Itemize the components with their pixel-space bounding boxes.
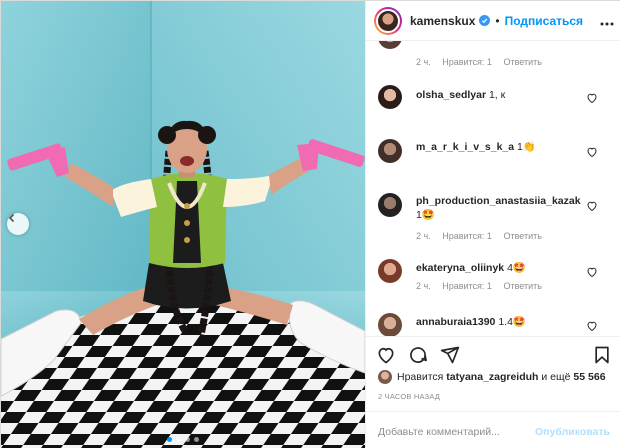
header-separator: •	[495, 13, 500, 28]
share-icon[interactable]	[440, 345, 460, 365]
post-dialog: kamenskux • Подписаться 2 ч. Нравится: 1…	[0, 0, 620, 448]
comment-time: 2 ч.	[416, 57, 431, 67]
comment-username[interactable]: ekateryna_oliinyk	[416, 262, 504, 274]
follow-button[interactable]: Подписаться	[505, 14, 583, 28]
comment-meta: 2 ч. Нравится: 1 Ответить	[416, 281, 551, 291]
carousel-dot	[176, 437, 181, 442]
comment-text: ekateryna_oliinyk 4🤩	[416, 261, 596, 275]
comment-avatar[interactable]	[378, 259, 402, 283]
heart-icon[interactable]	[586, 265, 598, 278]
comment-body: 1👏	[517, 141, 536, 153]
post-header: kamenskux • Подписаться	[366, 1, 620, 41]
carousel-indicator	[1, 437, 365, 442]
post-actions	[366, 336, 620, 372]
comment-avatar[interactable]	[378, 41, 402, 49]
bookmark-icon[interactable]	[592, 345, 612, 365]
comment-meta: 2 ч. Нравится: 1 Ответить	[416, 231, 551, 241]
comment-text: olsha_sedlyar 1, к	[416, 88, 596, 102]
comment-like-count[interactable]: Нравится: 1	[442, 57, 492, 67]
comments-list: 2 ч. Нравится: 1 Ответить olsha_sedlyar …	[366, 41, 620, 336]
comment-like-count[interactable]: Нравится: 1	[442, 231, 492, 241]
post-sidebar: kamenskux • Подписаться 2 ч. Нравится: 1…	[365, 1, 620, 448]
comment-body: 1.4🤩	[498, 316, 526, 328]
comment-reply-button[interactable]: Ответить	[503, 57, 541, 67]
comment-username[interactable]: m_a_r_k_i_v_s_k_a	[416, 141, 514, 153]
comment-reply-button[interactable]: Ответить	[503, 281, 541, 291]
heart-icon[interactable]	[586, 199, 598, 212]
more-options-icon[interactable]	[600, 13, 614, 31]
carousel-dot	[185, 437, 190, 442]
likes-count[interactable]: 55 566	[573, 371, 605, 383]
comment-time: 2 ч.	[416, 281, 431, 291]
heart-icon[interactable]	[586, 145, 598, 158]
author-avatar[interactable]	[374, 6, 402, 35]
comment-reply-button[interactable]: Ответить	[503, 231, 541, 241]
likes-prefix: Нравится	[397, 371, 444, 383]
add-comment-bar: Добавьте комментарий... Опубликовать	[366, 411, 620, 448]
comment-text: m_a_r_k_i_v_s_k_a 1👏	[416, 140, 596, 154]
comment-username[interactable]: ph_production_anastasiia_kazak	[416, 195, 581, 207]
carousel-dot	[194, 437, 199, 442]
publish-button[interactable]: Опубликовать	[535, 426, 610, 438]
liker-avatar[interactable]	[378, 370, 392, 384]
comment-text: ph_production_anastasiia_kazak 1🤩	[416, 194, 596, 222]
comment-avatar[interactable]	[378, 193, 402, 217]
likes-summary: Нравится tatyana_zagreiduh и ещё 55 566	[378, 370, 606, 384]
author-username[interactable]: kamenskux	[410, 14, 475, 28]
photo-illustration	[1, 1, 365, 448]
comment-body: 1🤩	[416, 209, 435, 221]
likes-conjunction: и ещё	[541, 371, 571, 383]
comment-input[interactable]: Добавьте комментарий...	[378, 426, 500, 438]
post-time[interactable]: 2 ЧАСОВ НАЗАД	[378, 392, 440, 401]
liker-username[interactable]: tatyana_zagreiduh	[446, 371, 538, 383]
heart-icon[interactable]	[586, 319, 598, 332]
comment-username[interactable]: annaburaia1390	[416, 316, 495, 328]
heart-icon[interactable]	[586, 91, 598, 104]
carousel-dot	[167, 437, 172, 442]
comment-username[interactable]: olsha_sedlyar	[416, 89, 486, 101]
comment-body: 1, к	[488, 89, 506, 101]
comment-avatar[interactable]	[378, 85, 402, 109]
comment-time: 2 ч.	[416, 231, 431, 241]
carousel-prev-button[interactable]	[7, 213, 29, 235]
comment-like-count[interactable]: Нравится: 1	[442, 281, 492, 291]
comment-text: annaburaia1390 1.4🤩	[416, 315, 596, 329]
comment-avatar[interactable]	[378, 313, 402, 336]
comment-meta: 2 ч. Нравится: 1 Ответить	[416, 57, 551, 67]
comment-avatar[interactable]	[378, 139, 402, 163]
heart-icon[interactable]	[376, 345, 396, 365]
post-photo[interactable]	[1, 1, 365, 448]
comment-icon[interactable]	[408, 345, 428, 365]
comment-body: 4🤩	[507, 262, 526, 274]
verified-badge-icon	[479, 15, 491, 26]
